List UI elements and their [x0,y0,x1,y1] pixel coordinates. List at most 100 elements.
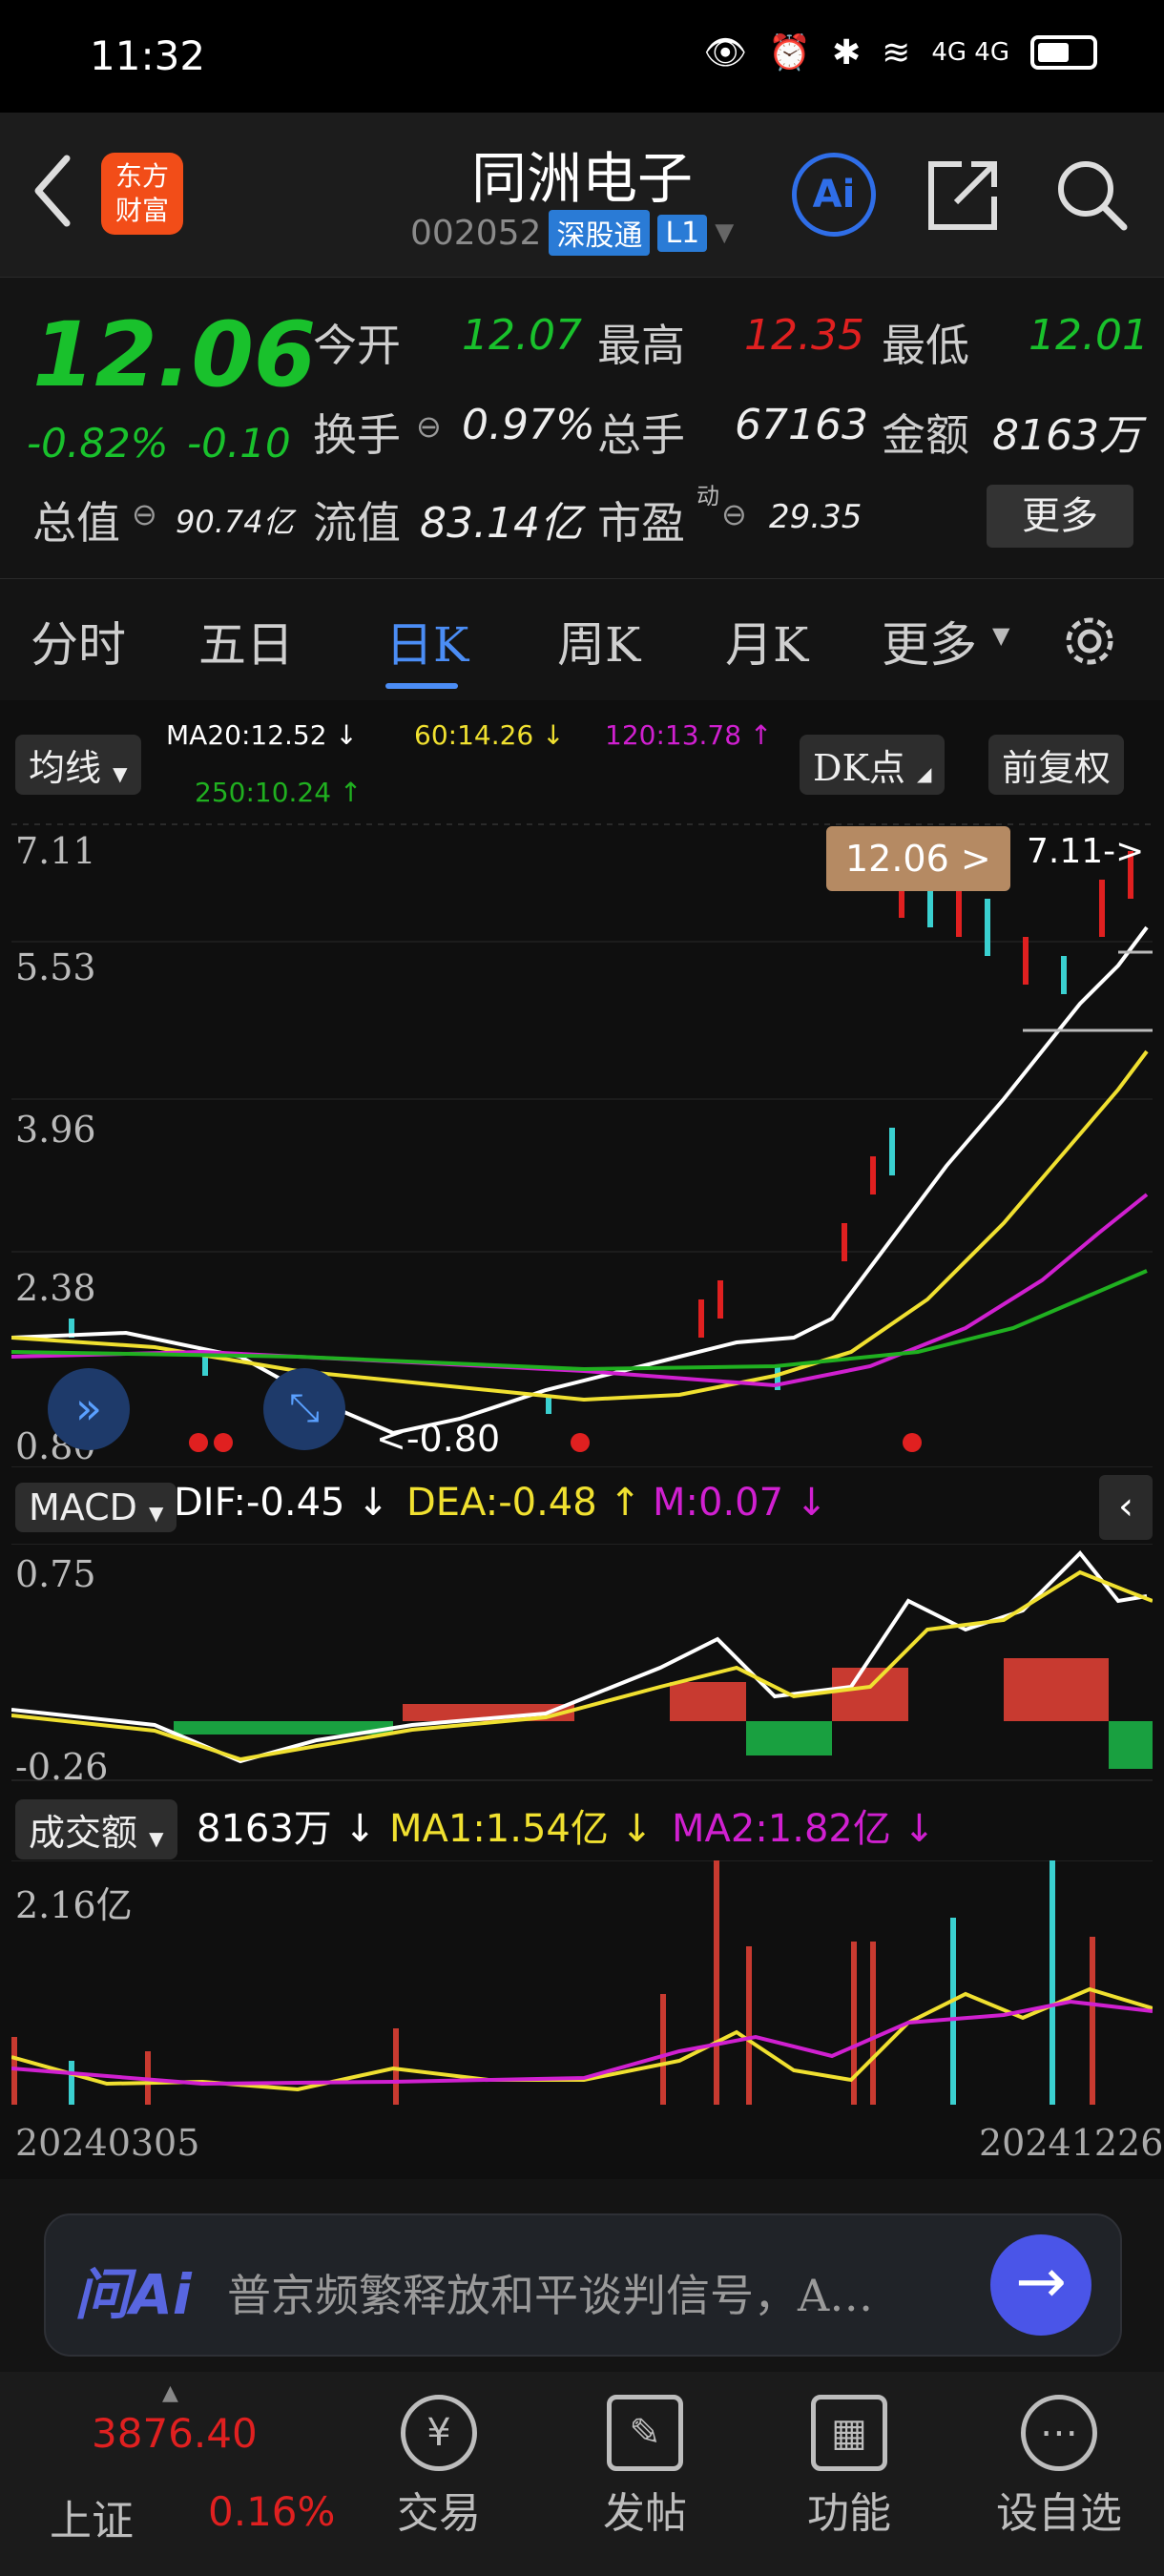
mktcap-label: 总值 [32,497,120,549]
volume-value: 67163 [735,401,868,449]
search-icon[interactable] [1053,156,1130,233]
price-axis-label: 7.11 [15,830,96,872]
tab-weekly-k[interactable]: 周K [557,607,640,675]
current-price-tag[interactable]: 12.06 > [826,826,1010,891]
more-button[interactable]: 更多 [987,485,1133,548]
share-icon[interactable] [924,156,1002,235]
macd-bar [670,1682,746,1721]
status-bar: 11:32 👁 ⏰ ✱ ≋ 4G 4G [0,0,1164,113]
mktcap-value: 90.74亿 [176,504,294,540]
macd-bar [832,1668,908,1721]
ma60-line [11,1049,1149,1402]
info-icon[interactable]: ⊖ [132,496,157,532]
stock-code: 002052 [410,213,542,253]
volume-bars [11,1860,1095,2105]
vol-bar [1050,1860,1055,2105]
expand-right-icon[interactable]: » [48,1368,130,1450]
vol-ma2-legend: MA2:1.82亿 ↓ [672,1807,936,1851]
nav-post[interactable]: ✎ 发帖 [559,2372,731,2540]
turnover-label: 换手 [313,409,401,461]
tab-daily-k[interactable]: 日K [385,607,468,675]
candle [717,1280,723,1319]
tab-more[interactable]: 更多 [882,607,977,675]
vol-bar [950,1918,956,2105]
candle [985,899,990,956]
info-icon[interactable]: ⊖ [721,496,747,532]
vol-bar [746,1946,752,2105]
high-value: 12.35 [744,311,864,360]
pe-dynamic-mark: 动 [696,483,719,509]
candle [889,1128,895,1175]
nav-add-watchlist[interactable]: ⋯ 设自选 [973,2372,1145,2540]
alarm-icon: ⏰ [768,33,811,73]
vol-bar [393,2028,399,2105]
index-value[interactable]: 3876.40 [92,2410,258,2457]
candle [698,1299,704,1338]
index-name[interactable]: 上证 [50,2486,134,2547]
vol-ma1-legend: MA1:1.54亿 ↓ [389,1807,654,1851]
low-label: 最低 [882,320,969,371]
volume-value-legend: 8163万 ↓ [197,1807,377,1851]
info-icon[interactable]: ⊖ [416,408,442,445]
tab-five-day[interactable]: 五日 [198,607,294,675]
volume-axis-label: 2.16亿 [15,1884,133,1926]
volume-chart[interactable] [11,1860,1153,2105]
low-value: 12.01 [1029,311,1149,360]
level-tag: L1 [657,214,708,252]
float-label: 流值 [313,497,401,549]
pe-label: 市盈 [597,497,685,549]
current-price: 12.06 [32,303,317,407]
change-percent: -0.82% [27,420,169,467]
chevron-up-icon[interactable]: ▲ [162,2381,178,2405]
dk-point-select[interactable]: DK点 ◢ [800,735,946,795]
eye-icon: 👁 [703,33,748,73]
battery-icon [1030,35,1097,70]
nav-trade[interactable]: ¥ 交易 [353,2372,525,2540]
date-end-label: 20241226 [979,2122,1164,2164]
stock-code-row[interactable]: 002052 深股通 L1 ▼ [410,210,734,256]
macd-select[interactable]: MACD ▼ [15,1483,177,1532]
vol-bar [69,2061,74,2105]
tab-monthly-k[interactable]: 月K [725,607,808,675]
yen-icon: ¥ [401,2395,477,2471]
price-chart[interactable] [11,822,1153,1467]
ma20-legend: MA20:12.52 ↓ [166,719,358,751]
macd-axis-label: 0.75 [15,1553,96,1595]
candle [870,1156,876,1195]
dk-point-dot [571,1433,590,1452]
dif-legend: DIF:-0.45 ↓ [174,1481,389,1525]
status-icons: 👁 ⏰ ✱ ≋ 4G 4G [703,32,1097,73]
signal-icon: 4G 4G [931,38,1009,67]
edit-icon: ✎ [607,2395,683,2471]
ma120-legend: 120:13.78 ↑ [605,719,773,751]
macd-bar [1004,1658,1109,1721]
macd-chart[interactable] [11,1544,1153,1782]
float-value: 83.14亿 [420,499,582,548]
ma-select[interactable]: 均线 ▼ [15,735,141,795]
settings-gear-icon[interactable] [1057,609,1122,674]
collapse-left-icon[interactable]: ‹ [1099,1475,1153,1540]
dk-point-dot [903,1433,922,1452]
vol-bar [870,1942,876,2105]
arrow-right-icon[interactable]: → [990,2234,1091,2336]
bottom-nav: ▲ 3876.40 上证 0.16% ¥ 交易 ✎ 发帖 ▦ 功能 ⋯ 设自选 [0,2372,1164,2576]
status-time: 11:32 [90,32,206,79]
more-icon: ⋯ [1021,2395,1097,2471]
ai-button[interactable]: Ai [792,153,876,237]
nav-functions[interactable]: ▦ 功能 [763,2372,935,2540]
ai-assistant-bar[interactable]: 问Ai 普京频繁释放和平谈判信号，A… → [44,2213,1122,2357]
amount-label: 金额 [882,409,969,461]
active-tab-underline [385,683,458,689]
price-adjust-select[interactable]: 前复权 [988,735,1125,795]
volume-select[interactable]: 成交额 ▼ [15,1799,177,1859]
fullscreen-icon[interactable]: ⤡ [263,1368,345,1450]
open-label: 今开 [313,320,401,371]
index-pct[interactable]: 0.16% [208,2488,335,2535]
candle [1099,880,1105,937]
price-axis-label: 3.96 [15,1109,96,1151]
tab-intraday[interactable]: 分时 [31,607,126,675]
change-amount: -0.10 [187,420,291,467]
vol-bar [660,1994,666,2105]
vol-ma2-line [11,1999,1153,2087]
turnover-value: 0.97% [462,401,595,449]
